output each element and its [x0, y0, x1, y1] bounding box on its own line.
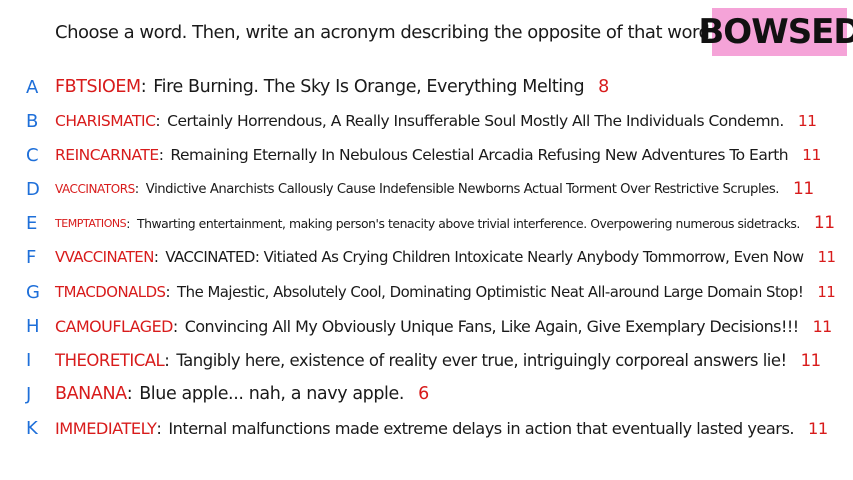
- answer-phrase: Convincing All My Obviously Unique Fans,…: [184, 316, 799, 336]
- answer-count: 11: [812, 316, 833, 336]
- answer-count: 11: [817, 248, 836, 266]
- answer-phrase: Vindictive Anarchists Callously Cause In…: [145, 181, 780, 197]
- answer-phrase: Tangibly here, existence of reality ever…: [176, 350, 787, 370]
- answer-phrase: Certainly Horrendous, A Really Insuffera…: [167, 112, 784, 130]
- answer-letter: J: [26, 383, 32, 405]
- answer-phrase: VACCINATED: Vitiated As Crying Children …: [165, 248, 804, 266]
- answer-count: 11: [808, 418, 828, 438]
- answer-word: REINCARNATE: [55, 146, 159, 164]
- answer-phrase: Thwarting entertainment, making person's…: [136, 215, 800, 231]
- answer-word: TEMPTATIONS: [55, 216, 127, 230]
- answer-count: 8: [598, 77, 609, 97]
- bowsed-logo: BOWSED: [698, 8, 853, 56]
- answer-word: THEORETICAL: [55, 350, 165, 370]
- answer-letter: B: [26, 110, 39, 132]
- answer-letter: A: [26, 76, 39, 98]
- answer-letter: C: [26, 144, 39, 166]
- answer-word: BANANA: [55, 384, 127, 404]
- answer-phrase: Fire Burning. The Sky Is Orange, Everyth…: [153, 77, 585, 97]
- answer-count: 11: [813, 213, 835, 233]
- answer-word: CHARISMATIC: [55, 112, 156, 130]
- answer-phrase: Internal malfunctions made extreme delay…: [168, 418, 795, 438]
- answer-count: 11: [800, 350, 822, 370]
- answer-letter: K: [26, 417, 38, 439]
- answer-letter: E: [26, 212, 38, 234]
- answer-count: 11: [797, 112, 817, 130]
- answer-letter: G: [26, 281, 40, 303]
- answer-phrase: Remaining Eternally In Nebulous Celestia…: [170, 146, 789, 164]
- answer-word: VACCINATORS: [55, 182, 135, 196]
- answer-word: TMACDONALDS: [55, 283, 166, 301]
- answer-count: 11: [817, 283, 836, 301]
- answer-word: CAMOUFLAGED: [55, 316, 173, 336]
- answer-phrase: The Majestic, Absolutely Cool, Dominatin…: [177, 283, 804, 301]
- answer-count: 11: [793, 179, 814, 199]
- answer-letter: I: [26, 349, 32, 371]
- answer-word: FBTSIOEM: [55, 77, 141, 97]
- answer-letter: H: [26, 315, 40, 337]
- prompt-text: Choose a word. Then, write an acronym de…: [55, 22, 717, 43]
- answer-letter: D: [26, 178, 40, 200]
- answer-letter: F: [26, 246, 37, 268]
- answer-word: VVACCINATEN: [55, 248, 154, 266]
- answer-count: 11: [802, 146, 821, 164]
- answer-phrase: Blue apple... nah, a navy apple.: [139, 384, 405, 404]
- answer-count: 6: [418, 384, 429, 404]
- answer-word: IMMEDIATELY: [55, 418, 157, 438]
